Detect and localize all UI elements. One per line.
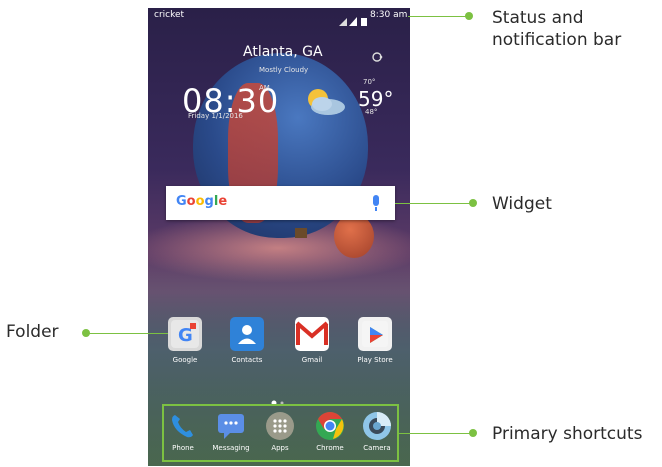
dock-apps[interactable]: Apps xyxy=(252,411,308,452)
dock-camera[interactable]: Camera xyxy=(349,411,405,452)
status-bar-callout-line xyxy=(408,16,468,17)
status-bar-callout-label: Status and notification bar xyxy=(492,8,622,50)
partly-cloudy-icon xyxy=(300,85,348,117)
widget-callout-line xyxy=(395,203,473,204)
clock-date: Friday 1/1/2016 xyxy=(188,112,243,120)
app-label: Messaging xyxy=(212,444,250,452)
clock-am-pm: AM xyxy=(259,84,270,92)
app-label: Google xyxy=(172,356,198,364)
google-folder-icon: G xyxy=(168,317,202,351)
status-carrier: cricket xyxy=(154,10,185,20)
wallpaper-small-balloon xyxy=(334,214,374,258)
widget-callout-label: Widget xyxy=(492,194,552,214)
app-google-folder[interactable]: G Google xyxy=(156,317,214,364)
weather-city[interactable]: Atlanta, GA xyxy=(243,44,323,60)
weather-condition: Mostly Cloudy xyxy=(259,66,309,74)
app-label: Camera xyxy=(363,444,391,452)
signal-icon xyxy=(339,11,369,26)
apps-icon xyxy=(265,411,295,441)
app-contacts[interactable]: Contacts xyxy=(218,317,276,364)
google-search-widget[interactable]: Google xyxy=(166,186,395,220)
app-label: Apps xyxy=(271,444,289,452)
folder-callout-label: Folder xyxy=(6,322,59,342)
folder-callout-line xyxy=(88,333,168,334)
microphone-icon[interactable] xyxy=(373,195,379,211)
primary-shortcuts-callout-dot xyxy=(469,429,477,437)
primary-shortcuts-callout-label: Primary shortcuts xyxy=(492,424,643,444)
app-label: Play Store xyxy=(357,356,393,364)
status-time: 8:30 am xyxy=(370,10,408,20)
wallpaper-balloon-basket xyxy=(295,228,307,238)
app-gmail[interactable]: Gmail xyxy=(283,317,341,364)
play-store-icon xyxy=(358,317,392,351)
google-logo: Google xyxy=(176,194,228,209)
gmail-icon xyxy=(295,317,329,351)
refresh-icon[interactable] xyxy=(371,48,383,62)
dock-messaging[interactable]: Messaging xyxy=(203,411,259,452)
app-label: Gmail xyxy=(301,356,323,364)
primary-shortcuts-callout-line xyxy=(398,433,473,434)
widget-callout-dot xyxy=(469,199,477,207)
temp-high: 70° xyxy=(363,78,376,86)
app-play-store[interactable]: Play Store xyxy=(346,317,404,364)
chrome-icon xyxy=(315,411,345,441)
camera-icon xyxy=(362,411,392,441)
phone-icon xyxy=(168,411,198,441)
status-bar-callout-dot xyxy=(465,12,473,20)
messaging-icon xyxy=(216,411,246,441)
contacts-icon xyxy=(230,317,264,351)
app-label: Contacts xyxy=(231,356,263,364)
temp-low: 48° xyxy=(365,108,378,116)
page-indicator xyxy=(271,391,287,406)
